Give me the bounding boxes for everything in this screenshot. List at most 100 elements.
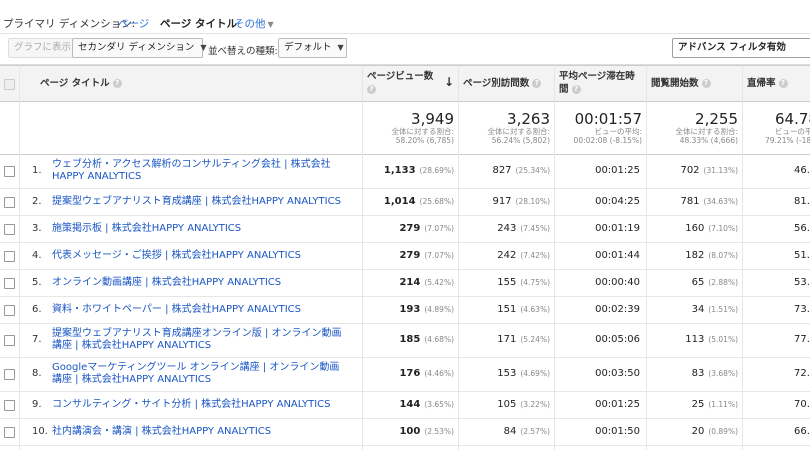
help-icon[interactable]: ?	[778, 79, 788, 88]
page-title-link[interactable]: 提案型ウェブアナリスト育成講座 | 株式会社HAPPY ANALYTICS	[52, 196, 362, 208]
table-row: 4. 代表メッセージ・ご挨拶 | 株式会社HAPPY ANALYTICS 279 (7…	[0, 242, 810, 270]
avg-time-cell: 00:01:25	[595, 165, 640, 176]
select-all-checkbox[interactable]	[4, 79, 15, 90]
total-value: 3,263	[507, 110, 550, 128]
primary-dimension-label: プライマリ ディメンション:	[3, 18, 136, 30]
column-divider	[458, 65, 459, 450]
unique-value: 917	[492, 195, 512, 207]
unique-value: 105	[497, 398, 517, 410]
total-detail: 56.24% (5,802)	[491, 136, 550, 145]
page-title-line: 講座 | 株式会社HAPPY ANALYTICS	[52, 340, 212, 351]
row-checkbox[interactable]	[4, 304, 15, 316]
total-detail: 48.33% (4,666)	[679, 136, 738, 145]
row-checkbox[interactable]	[4, 250, 15, 262]
total-detail: 79.21% (-18.2	[765, 136, 810, 145]
dimension-option-page[interactable]: ページ	[118, 16, 149, 31]
pageviews-percent: (7.07%)	[424, 250, 454, 260]
table-toolbar: グラフに表示 セカンダリ ディメンション ▼ 並べ替えの種類: デフォルト ▼ アド…	[0, 34, 810, 65]
row-checkbox[interactable]	[4, 277, 15, 289]
header-page-title[interactable]: ページ タイトル?	[19, 66, 362, 101]
row-checkbox[interactable]	[4, 369, 15, 380]
total-value: 2,255	[695, 110, 738, 128]
header-avg-time-on-page[interactable]: 平均ページ滞在時間?	[554, 66, 646, 101]
page-title-link[interactable]: オンライン動画講座 | 株式会社HAPPY ANALYTICS	[52, 277, 362, 289]
page-title-line: 施策掲示板 | 株式会社HAPPY ANALYTICS	[52, 222, 242, 234]
bounce-rate-cell: 66.	[794, 425, 810, 437]
unique-percent: (25.34%)	[515, 166, 550, 175]
pageviews-percent: (3.65%)	[424, 399, 454, 409]
row-checkbox[interactable]	[4, 223, 15, 235]
table-row: 7. 提案型ウェブアナリスト育成講座オンライン版 | オンライン動画 講座 | 株式…	[0, 323, 810, 358]
entrances-cell: 25 (1.11%)	[646, 399, 738, 410]
sort-type-select[interactable]: デフォルト ▼	[278, 38, 347, 58]
row-checkbox[interactable]	[4, 196, 15, 208]
total-value: 64.78	[775, 110, 810, 128]
entrances-percent: (2.88%)	[708, 277, 738, 287]
pageviews-percent: (2.53%)	[424, 426, 454, 436]
entrances-percent: (1.51%)	[708, 304, 738, 314]
page-title-link[interactable]: 代表メッセージ・ご挨拶 | 株式会社HAPPY ANALYTICS	[52, 250, 362, 262]
entrances-value: 83	[691, 368, 705, 379]
page-title-link[interactable]: 施策掲示板 | 株式会社HAPPY ANALYTICS	[52, 223, 362, 235]
pageviews-value: 1,014	[383, 195, 416, 207]
show-graph-button[interactable]: グラフに表示	[8, 38, 78, 58]
help-icon[interactable]: ?	[532, 79, 542, 88]
entrances-cell: 113 (5.01%)	[646, 334, 738, 345]
page-title-line: Googleマーケティングツール オンライン講座 | オンライン動画	[52, 362, 340, 373]
advanced-filter-indicator[interactable]: アドバンス フィルタ有効	[672, 38, 810, 58]
unique-value: 242	[497, 249, 517, 261]
bounce-rate-cell: 72.	[794, 368, 810, 379]
header-unique-pageviews[interactable]: ページ別訪問数?	[458, 66, 554, 101]
page-title-link[interactable]: Googleマーケティングツール オンライン講座 | オンライン動画 講座 | 株…	[52, 362, 362, 386]
table-row: 9. コンサルティング・サイト分析 | 株式会社HAPPY ANALYTICS 14…	[0, 391, 810, 419]
avg-time-cell: 00:00:40	[595, 276, 640, 288]
page-title-link[interactable]: 提案型ウェブアナリスト育成講座オンライン版 | オンライン動画 講座 | 株式会社…	[52, 328, 362, 352]
page-title-link[interactable]: ウェブ分析・アクセス解析のコンサルティング会社 | 株式会社 HAPPY ANAL…	[52, 159, 362, 183]
unique-pageviews-cell: 155 (4.75%)	[458, 277, 550, 288]
column-divider	[554, 65, 555, 450]
bounce-rate-cell: 77.	[794, 334, 810, 345]
unique-pageviews-cell: 151 (4.63%)	[458, 304, 550, 315]
entrances-value: 34	[691, 303, 705, 315]
unique-value: 243	[497, 222, 517, 234]
unique-pageviews-cell: 84 (2.57%)	[458, 426, 550, 437]
total-unique-pageviews: 3,263 全体に対する割合: 56.24% (5,802)	[458, 102, 554, 154]
row-checkbox[interactable]	[4, 426, 15, 438]
unique-percent: (4.63%)	[520, 304, 550, 314]
header-bounce-rate[interactable]: 直帰率?	[742, 66, 810, 101]
avg-time-cell: 00:02:39	[595, 303, 640, 315]
data-table: ページ タイトル? ページビュー数? ↓ ページ別訪問数? 平均ページ滞在時間? …	[0, 65, 810, 446]
help-icon[interactable]: ?	[701, 79, 711, 88]
total-bounce-rate: 64.78 ビューの平 79.21% (-18.2	[742, 102, 810, 154]
unique-pageviews-cell: 917 (28.10%)	[458, 196, 550, 207]
row-checkbox[interactable]	[4, 399, 15, 411]
dimension-option-other[interactable]: その他 ▼	[234, 16, 274, 31]
table-row: 1. ウェブ分析・アクセス解析のコンサルティング会社 | 株式会社 HAPPY AN…	[0, 154, 810, 189]
secondary-dimension-button[interactable]: セカンダリ ディメンション ▼	[72, 38, 207, 58]
entrances-value: 65	[691, 276, 705, 288]
header-pageviews[interactable]: ページビュー数? ↓	[362, 66, 458, 101]
page-title-line: 資料・ホワイトペーパー | 株式会社HAPPY ANALYTICS	[52, 303, 302, 315]
row-checkbox[interactable]	[4, 166, 15, 177]
sort-descending-icon[interactable]: ↓	[444, 76, 454, 89]
page-title-link[interactable]: コンサルティング・サイト分析 | 株式会社HAPPY ANALYTICS	[52, 399, 362, 411]
help-icon[interactable]: ?	[112, 79, 122, 88]
entrances-value: 781	[680, 195, 700, 207]
header-entrances[interactable]: 閲覧開始数?	[646, 66, 742, 101]
help-icon[interactable]: ?	[571, 85, 581, 94]
help-icon[interactable]: ?	[367, 85, 376, 94]
pageviews-percent: (7.07%)	[424, 223, 454, 233]
unique-percent: (4.75%)	[520, 277, 550, 287]
entrances-cell: 702 (31.13%)	[646, 165, 738, 176]
unique-value: 84	[503, 425, 517, 437]
bounce-rate-cell: 56.	[794, 222, 810, 234]
page-title-link[interactable]: 資料・ホワイトペーパー | 株式会社HAPPY ANALYTICS	[52, 304, 362, 316]
entrances-percent: (34.63%)	[703, 196, 738, 206]
page-title-line: HAPPY ANALYTICS	[52, 171, 142, 182]
pageviews-cell: 279 (7.07%)	[362, 250, 454, 261]
chevron-down-icon: ▼	[200, 43, 207, 52]
unique-pageviews-cell: 242 (7.42%)	[458, 250, 550, 261]
page-title-link[interactable]: 社内講演会・講演 | 株式会社HAPPY ANALYTICS	[52, 426, 362, 438]
entrances-cell: 65 (2.88%)	[646, 277, 738, 288]
row-checkbox[interactable]	[4, 335, 15, 346]
